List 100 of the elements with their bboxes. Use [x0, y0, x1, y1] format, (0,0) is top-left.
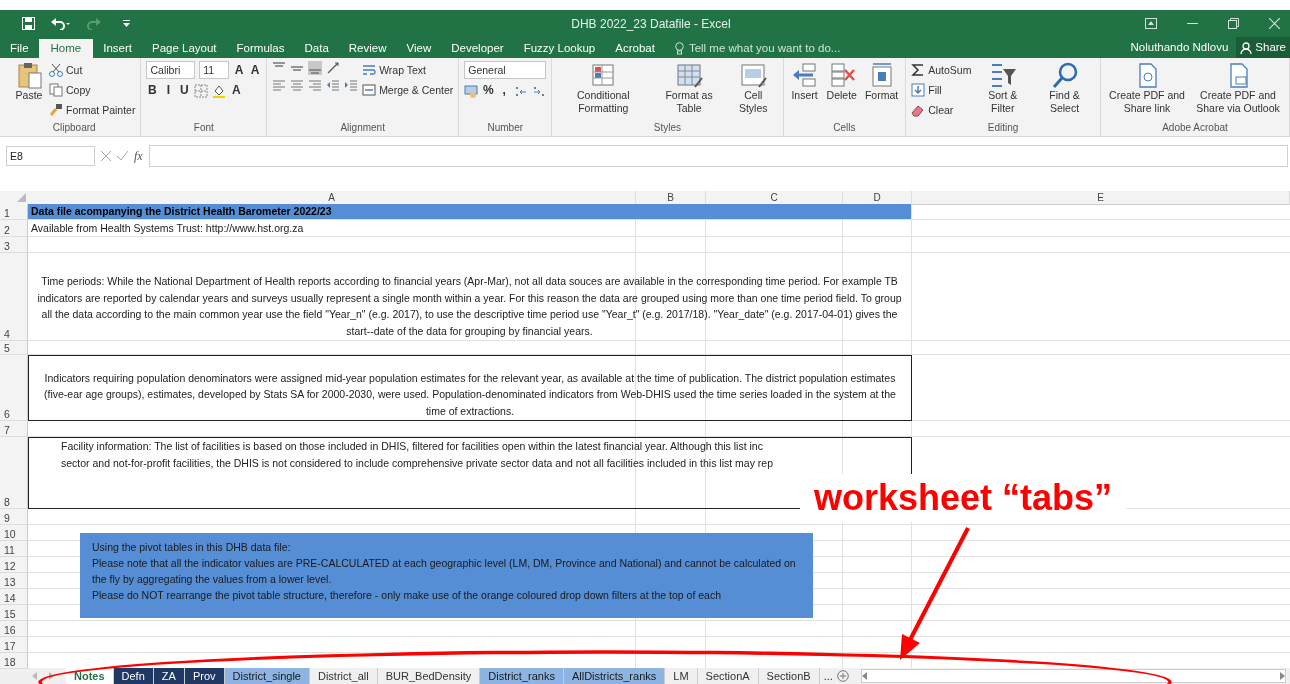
ribbon-tab[interactable]: Insert — [93, 39, 142, 58]
paint-bucket-icon[interactable] — [212, 83, 227, 98]
ribbon-tab[interactable]: Page Layout — [142, 39, 227, 58]
search-icon — [1050, 61, 1079, 89]
sheet-tab[interactable]: SectionA — [697, 668, 759, 684]
align-left-icon[interactable] — [272, 78, 287, 92]
ribbon-button[interactable]: Sort & Filter — [975, 61, 1030, 115]
font-style-button[interactable]: % — [482, 82, 495, 99]
row-header[interactable]: 8 — [0, 437, 28, 509]
sheet-tab[interactable]: ZA — [153, 668, 185, 684]
dropdown-field[interactable]: General — [464, 61, 547, 79]
check-icon[interactable] — [117, 151, 128, 161]
ribbon-button[interactable]: Delete — [824, 61, 859, 102]
save-icon[interactable] — [22, 17, 35, 30]
font-style-button[interactable]: U — [178, 82, 191, 99]
ribbon-button[interactable]: Wrap Text — [362, 61, 454, 78]
ribbon-button[interactable]: Cut — [49, 61, 136, 78]
row-header[interactable]: 5 — [0, 341, 28, 355]
ribbon-tab[interactable]: Fuzzy Lookup — [513, 39, 606, 58]
sheet-tab[interactable]: AllDistricts_ranks — [563, 668, 666, 684]
ribbon-tab[interactable]: File — [0, 39, 39, 58]
ribbon-button[interactable]: Format — [862, 61, 901, 102]
row-header[interactable]: 4 — [0, 253, 28, 341]
cancel-icon[interactable] — [101, 151, 111, 161]
ribbon-button[interactable]: Conditional Formatting — [557, 61, 650, 115]
horizontal-scrollbar[interactable] — [860, 669, 1286, 683]
sheet-tab[interactable]: District_ranks — [480, 668, 564, 684]
row-header[interactable]: 2 — [0, 220, 28, 237]
font-style-button[interactable]: A — [249, 61, 262, 79]
ribbon-button[interactable]: Find & Select — [1034, 61, 1095, 115]
add-sheet-icon[interactable] — [836, 670, 849, 682]
row-header[interactable]: 10 — [0, 525, 28, 541]
ribbon-button[interactable]: AutoSum — [911, 61, 972, 78]
increase-indent-icon[interactable] — [344, 78, 359, 92]
ribbon-tab[interactable]: View — [396, 39, 442, 58]
wrap-text-icon — [362, 62, 377, 77]
row-header[interactable]: 17 — [0, 637, 28, 653]
ribbon-display-icon[interactable] — [1145, 18, 1157, 29]
sheet-tab[interactable]: SectionB — [758, 668, 820, 684]
row-header[interactable]: 6 — [0, 355, 28, 421]
sheet-tab[interactable]: LM — [665, 668, 698, 684]
close-icon[interactable] — [1269, 18, 1280, 29]
orientation-icon[interactable] — [326, 61, 341, 75]
ribbon-button[interactable]: Format Painter — [49, 101, 136, 118]
sheet-tab[interactable]: Prov — [184, 668, 225, 684]
row-header[interactable]: 11 — [0, 541, 28, 557]
share-button[interactable]: Share — [1236, 37, 1290, 58]
ribbon-button[interactable]: Fill — [911, 81, 972, 98]
align-center-icon[interactable] — [290, 78, 305, 92]
column-header[interactable]: E — [912, 191, 1290, 205]
row-header[interactable]: 3 — [0, 237, 28, 253]
row-header[interactable]: 12 — [0, 557, 28, 573]
currency-icon[interactable] — [464, 83, 479, 98]
row-header[interactable]: 7 — [0, 421, 28, 437]
ribbon-tab[interactable]: Home — [38, 39, 94, 58]
ribbon-button[interactable]: Format as Table — [653, 61, 725, 115]
group-label: Adobe Acrobat — [1161, 121, 1229, 135]
ribbon-button[interactable]: Clear — [911, 101, 972, 118]
table-icon — [739, 61, 768, 89]
ribbon-button[interactable]: Merge & Center — [362, 81, 454, 98]
formula-field[interactable] — [148, 145, 1288, 167]
ribbon-tab[interactable]: Developer — [441, 39, 514, 58]
ribbon-button[interactable]: Create PDF and Share via Outlook — [1192, 61, 1284, 115]
restore-icon[interactable] — [1228, 18, 1239, 29]
undo-icon[interactable] — [51, 17, 71, 30]
scroll-left-icon[interactable] — [861, 672, 867, 680]
font-style-button[interactable]: B — [146, 82, 159, 99]
sheet-tab[interactable]: Defn — [113, 668, 154, 684]
sheet-tab[interactable]: District_all — [309, 668, 378, 684]
ribbon-button[interactable]: Paste — [13, 61, 45, 102]
row-header[interactable]: 16 — [0, 621, 28, 637]
insert-function-button[interactable]: fx — [134, 148, 143, 164]
align-bottom-icon[interactable] — [308, 61, 323, 75]
decrease-indent-icon[interactable] — [326, 78, 341, 92]
row-header[interactable]: 9 — [0, 509, 28, 525]
ribbon-tab[interactable]: Review — [338, 39, 397, 58]
ribbon-button[interactable]: Cell Styles — [728, 61, 778, 115]
sheet-tab[interactable]: District_single — [224, 668, 310, 684]
font-style-button[interactable]: A — [233, 61, 246, 79]
row-header[interactable]: 14 — [0, 589, 28, 605]
name-box[interactable]: E8 — [6, 146, 95, 166]
ribbon-tab[interactable]: Acrobat — [605, 39, 665, 58]
row-header[interactable]: 13 — [0, 573, 28, 589]
font-style-button[interactable]: , — [498, 82, 511, 99]
tell-me-field[interactable]: Tell me what you want to do... — [674, 39, 841, 58]
scroll-right-icon[interactable] — [1280, 672, 1285, 680]
font-style-button[interactable]: A — [230, 82, 243, 99]
dropdown-field[interactable]: Calibri — [146, 61, 196, 79]
ribbon-tab[interactable]: Data — [294, 39, 339, 58]
ribbon-button[interactable]: Create PDF and Share link — [1106, 61, 1188, 115]
more-tabs-button[interactable]: ... — [819, 670, 837, 682]
row-header[interactable]: 18 — [0, 653, 28, 669]
font-style-button[interactable]: I — [162, 82, 175, 99]
ribbon-button[interactable]: Copy — [49, 81, 136, 98]
customize-caret-icon[interactable] — [123, 19, 130, 28]
row-header[interactable]: 1 — [0, 204, 28, 220]
ribbon-tab[interactable]: Formulas — [226, 39, 295, 58]
dropdown-field[interactable]: 11 — [199, 61, 230, 79]
ribbon-button[interactable]: Insert — [788, 61, 821, 102]
row-header[interactable]: 15 — [0, 605, 28, 621]
